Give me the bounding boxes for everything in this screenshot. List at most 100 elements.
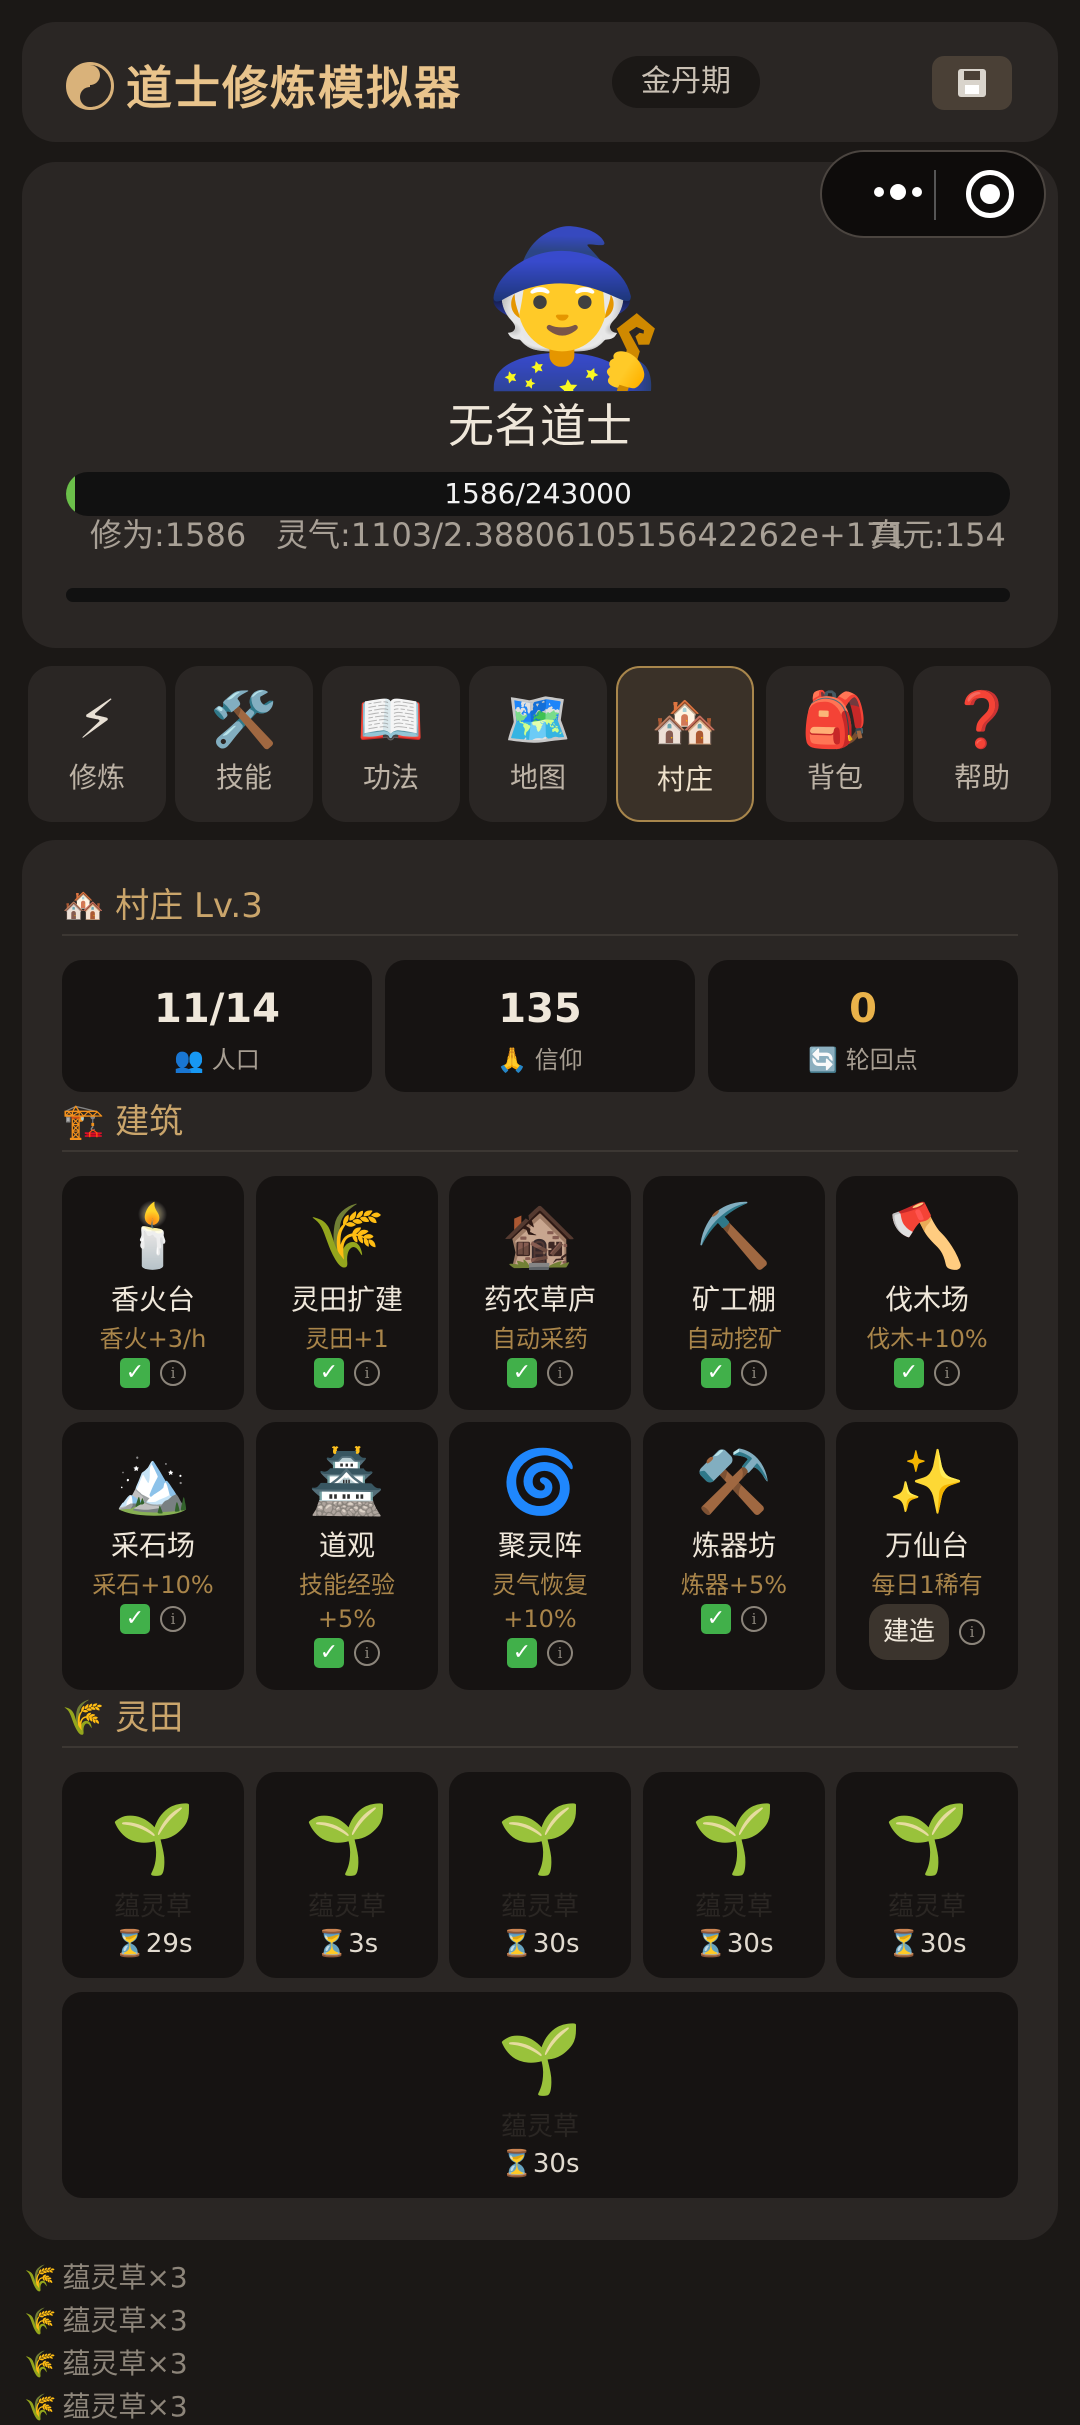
building-field-expansion[interactable]: 🌾 灵田扩建 灵田+1 ✓ i — [256, 1176, 438, 1410]
castle-icon: 🏯 — [308, 1445, 386, 1518]
seedling-icon: 🌱 — [884, 1800, 970, 1879]
houses-icon: 🏘️ — [62, 886, 105, 926]
building-effect: 自动挖矿 — [686, 1325, 782, 1353]
info-icon[interactable]: i — [741, 1606, 767, 1632]
seedling-icon: 🌱 — [497, 2020, 583, 2099]
building-name: 矿工棚 — [691, 1283, 776, 1316]
herb-name: 蕴灵草 — [113, 1892, 192, 1922]
rice-icon: 🌾 — [24, 2350, 57, 2380]
question-icon: ❓ — [948, 688, 1016, 751]
info-icon[interactable]: i — [959, 1619, 985, 1645]
log-entry: 🌾 蕴灵草×3 — [24, 2385, 188, 2425]
app-header: 道士修炼模拟器 金丹期 — [22, 22, 1058, 142]
construction-icon: 🏗️ — [62, 1102, 105, 1142]
tab-techniques[interactable]: 📖 功法 — [322, 666, 460, 822]
tab-label: 技能 — [215, 761, 272, 794]
spirit-stat: 灵气:1103/2.3880610515642262e+171 — [276, 516, 907, 554]
info-icon[interactable]: i — [354, 1640, 380, 1666]
people-icon: 👥 — [174, 1046, 205, 1074]
spirit-field-plot[interactable]: 🌱 蕴灵草 ⏳30s — [62, 1992, 1018, 2198]
building-incense-altar[interactable]: 🕯️ 香火台 香火+3/h ✓ i — [62, 1176, 244, 1410]
building-lumber-yard[interactable]: 🪓 伐木场 伐木+10% ✓ i — [836, 1176, 1018, 1410]
spirit-field-plot[interactable]: 🌱 蕴灵草 ⏳29s — [62, 1772, 244, 1978]
pray-icon: 🙏 — [497, 1046, 528, 1074]
log-entry: 🌾 蕴灵草×3 — [24, 2342, 188, 2382]
building-name: 炼器坊 — [691, 1529, 776, 1562]
building-name: 聚灵阵 — [497, 1529, 582, 1562]
building-effect: 技能经验 — [299, 1571, 395, 1599]
building-name: 万仙台 — [884, 1529, 969, 1562]
app-title: 道士修炼模拟器 — [126, 61, 462, 115]
log-entry: 🌾 蕴灵草×3 — [24, 2256, 188, 2296]
book-icon: 📖 — [357, 688, 425, 751]
player-name: 无名道士 — [448, 399, 632, 453]
info-icon[interactable]: i — [547, 1640, 573, 1666]
village-title: 村庄 Lv.3 — [115, 886, 263, 926]
tab-label: 功法 — [362, 761, 419, 794]
tab-map[interactable]: 🗺️ 地图 — [469, 666, 607, 822]
seedling-icon: 🌱 — [110, 1800, 196, 1879]
building-effect: 炼器+5% — [680, 1571, 788, 1599]
building-miner-shed[interactable]: ⛏️ 矿工棚 自动挖矿 ✓ i — [643, 1176, 825, 1410]
info-icon[interactable]: i — [160, 1606, 186, 1632]
building-spirit-array[interactable]: 🌀 聚灵阵 灵气恢复 +10% ✓ i — [449, 1422, 631, 1690]
building-taoist-temple[interactable]: 🏯 道观 技能经验 +5% ✓ i — [256, 1422, 438, 1690]
tab-help[interactable]: ❓ 帮助 — [913, 666, 1051, 822]
population-stat: 11/14 👥 人口 — [62, 960, 372, 1092]
herb-name: 蕴灵草 — [500, 2112, 579, 2142]
houses-icon: 🏘️ — [651, 690, 719, 753]
cyclone-icon: 🌀 — [501, 1445, 579, 1518]
more-menu-icon[interactable] — [874, 184, 922, 200]
building-name: 香火台 — [110, 1283, 195, 1316]
growth-timer: ⏳29s — [113, 1929, 193, 1959]
tab-village[interactable]: 🏘️ 村庄 — [616, 666, 754, 822]
save-button[interactable] — [932, 56, 1012, 110]
building-immortal-platform: ✨ 万仙台 每日1稀有 建造 i — [836, 1422, 1018, 1690]
capsule-divider — [934, 170, 936, 220]
info-icon[interactable]: i — [547, 1360, 573, 1386]
tab-backpack[interactable]: 🎒 背包 — [766, 666, 904, 822]
info-icon[interactable]: i — [934, 1360, 960, 1386]
buildings-title: 建筑 — [115, 1102, 184, 1142]
log-entry: 🌾 蕴灵草×3 — [24, 2299, 188, 2339]
building-quarry[interactable]: 🏔️ 采石场 采石+10% ✓ i — [62, 1422, 244, 1690]
building-effect: 采石+10% — [92, 1571, 214, 1599]
growth-timer: ⏳30s — [694, 1929, 774, 1959]
tab-cultivate[interactable]: ⚡ 修炼 — [28, 666, 166, 822]
hammer-pick-icon: ⚒️ — [695, 1445, 773, 1518]
info-icon[interactable]: i — [741, 1360, 767, 1386]
check-icon: ✓ — [314, 1638, 344, 1668]
spirit-field-plot[interactable]: 🌱 蕴灵草 ⏳30s — [836, 1772, 1018, 1978]
spirit-field-plot[interactable]: 🌱 蕴灵草 ⏳3s — [256, 1772, 438, 1978]
info-icon[interactable]: i — [160, 1360, 186, 1386]
herb-name: 蕴灵草 — [694, 1892, 773, 1922]
mountain-icon: 🏔️ — [114, 1445, 192, 1518]
yin-yang-icon — [66, 62, 114, 110]
build-button[interactable]: 建造 — [868, 1604, 949, 1660]
fields-heading: 🌾 灵田 — [62, 1690, 183, 1739]
info-icon[interactable]: i — [354, 1360, 380, 1386]
floppy-disk-icon — [958, 69, 986, 97]
rice-icon: 🌾 — [24, 2307, 57, 2337]
building-herbalist-hut[interactable]: 🏚️ 药农草庐 自动采药 ✓ i — [449, 1176, 631, 1410]
reincarnation-stat: 0 🔄 轮回点 — [708, 960, 1018, 1092]
sparkles-icon: ✨ — [888, 1445, 966, 1518]
close-miniprogram-icon[interactable] — [966, 170, 1014, 218]
check-icon: ✓ — [507, 1358, 537, 1388]
growth-timer: ⏳30s — [887, 1929, 967, 1959]
realm-badge: 金丹期 — [612, 56, 760, 108]
rice-icon: 🌾 — [24, 2264, 57, 2294]
map-icon: 🗺️ — [504, 688, 572, 751]
log-text: 蕴灵草×3 — [62, 2390, 188, 2423]
building-forge[interactable]: ⚒️ 炼器坊 炼器+5% ✓ i — [643, 1422, 825, 1690]
spirit-field-plot[interactable]: 🌱 蕴灵草 ⏳30s — [449, 1772, 631, 1978]
log-text: 蕴灵草×3 — [62, 2347, 188, 2380]
avatar: 🧙 — [480, 222, 667, 396]
cycle-icon: 🔄 — [808, 1046, 839, 1074]
tab-skills[interactable]: 🛠️ 技能 — [175, 666, 313, 822]
reincarnation-label: 🔄 轮回点 — [708, 1040, 1018, 1075]
building-effect: 灵田+1 — [305, 1325, 389, 1353]
spirit-field-plot[interactable]: 🌱 蕴灵草 ⏳30s — [643, 1772, 825, 1978]
tools-icon: 🛠️ — [210, 688, 278, 751]
log-text: 蕴灵草×3 — [62, 2304, 188, 2337]
